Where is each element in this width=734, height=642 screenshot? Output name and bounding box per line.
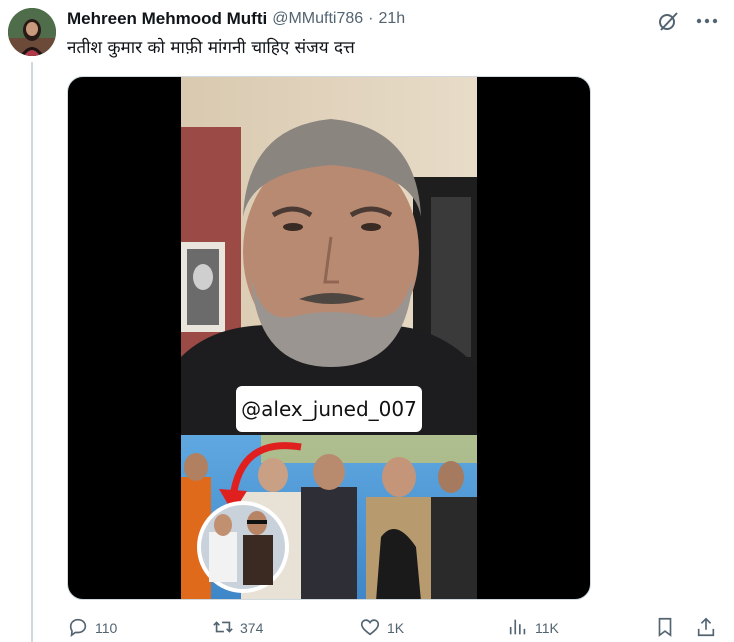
overlay-username-tag: @alex_juned_007 bbox=[236, 386, 422, 432]
analytics-icon bbox=[507, 616, 529, 641]
separator-dot: · bbox=[368, 10, 374, 27]
repost-button[interactable]: 374 bbox=[212, 614, 263, 642]
timestamp[interactable]: 21h bbox=[378, 10, 405, 28]
views-button[interactable]: 11K bbox=[507, 614, 559, 642]
author-handle[interactable]: @MMufti786 bbox=[272, 10, 363, 28]
bookmark-icon bbox=[654, 616, 676, 641]
like-count: 1K bbox=[387, 620, 405, 636]
reply-button[interactable]: 110 bbox=[67, 614, 117, 642]
reply-icon bbox=[67, 616, 89, 641]
repost-icon bbox=[212, 616, 234, 641]
author-name[interactable]: Mehreen Mehmood Mufti bbox=[67, 9, 267, 29]
video-media[interactable]: @alex_juned_007 bbox=[67, 76, 591, 600]
thread-line bbox=[31, 62, 33, 642]
tweet-header: Mehreen Mehmood Mufti @MMufti786 · 21h bbox=[67, 8, 405, 30]
view-count: 11K bbox=[535, 620, 559, 636]
avatar[interactable] bbox=[8, 8, 56, 56]
bookmark-button[interactable] bbox=[654, 614, 676, 642]
reply-count: 110 bbox=[95, 620, 118, 636]
like-button[interactable]: 1K bbox=[359, 614, 404, 642]
share-button[interactable] bbox=[695, 614, 717, 642]
repost-count: 374 bbox=[240, 620, 264, 636]
more-options-icon[interactable] bbox=[694, 10, 720, 32]
video-frame: @alex_juned_007 bbox=[181, 77, 477, 599]
tweet-text: नतीश कुमार को माफ़ी मांगनी चाहिए संजय दत… bbox=[67, 38, 355, 58]
grok-icon[interactable] bbox=[655, 8, 681, 34]
tweet-actions: 110 374 1K 11K bbox=[67, 614, 727, 642]
heart-icon bbox=[359, 616, 381, 641]
share-icon bbox=[695, 616, 717, 641]
